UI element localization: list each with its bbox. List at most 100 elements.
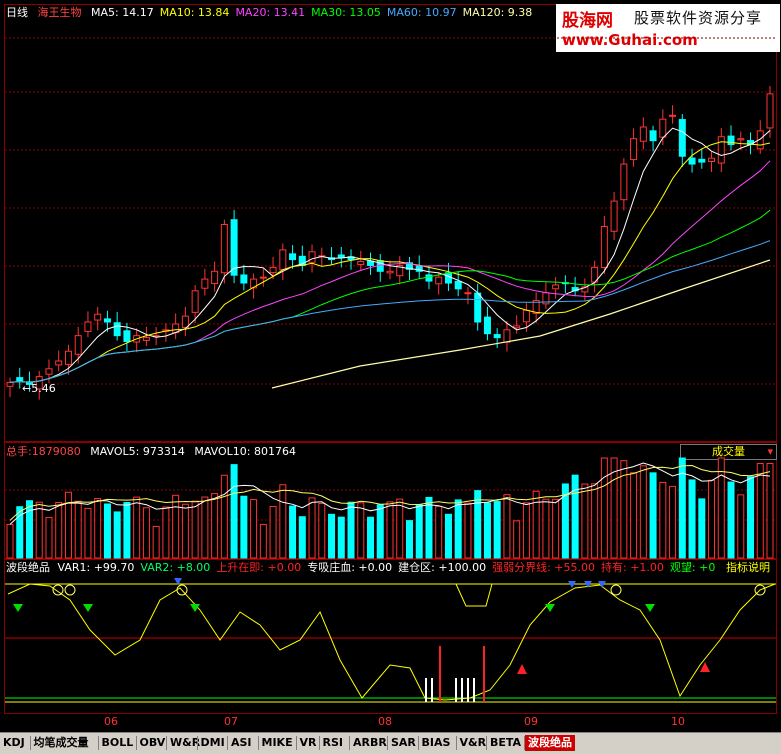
candle-down (240, 274, 248, 284)
volume-bar-down (367, 516, 375, 559)
volume-bar-up (591, 483, 599, 559)
volume-bar-up (630, 472, 638, 559)
month-label: 09 (524, 715, 538, 728)
signal-circle (64, 584, 76, 596)
candle-up (386, 270, 394, 274)
volume-bar-down (103, 503, 111, 559)
candle-down (727, 135, 735, 146)
tab-asi[interactable]: ASI (228, 735, 255, 751)
volume-bar-up (766, 462, 774, 559)
candle-up (211, 270, 219, 285)
volume-bar-up (386, 501, 394, 559)
volume-bar-up (513, 520, 521, 559)
volume-bar-up (464, 502, 472, 559)
candle-down (337, 254, 345, 259)
candle-up (357, 261, 365, 265)
signal-circle (610, 584, 622, 596)
volume-bar-up (181, 503, 189, 559)
candle-up (669, 114, 677, 117)
volume-bar-up (717, 457, 725, 559)
volume-bar-down (376, 504, 384, 559)
indicator-step (455, 583, 493, 607)
candle-up (610, 200, 618, 232)
ma30-line (9, 209, 771, 383)
candle-up (6, 381, 14, 387)
volume-bar-up (659, 481, 667, 559)
candle-down (16, 377, 24, 381)
volume-bar-up (708, 479, 716, 559)
volume-bar-up (220, 474, 228, 559)
candle-up (142, 337, 150, 341)
volume-bar-down (747, 476, 755, 559)
candle-up (717, 136, 725, 164)
tab--[interactable]: 均笔成交量 (31, 735, 92, 751)
indicator-curve (7, 583, 776, 701)
ma10-line (9, 141, 771, 383)
candle-up (84, 321, 92, 332)
signal-green-triangle (13, 604, 23, 612)
volume-bar-up (6, 523, 14, 559)
volume-bar-down (405, 520, 413, 559)
candle-up (600, 225, 608, 269)
tab-vr[interactable]: VR (297, 735, 320, 751)
volume-bar-down (425, 496, 433, 559)
month-label: 08 (378, 715, 392, 728)
candle-down (103, 318, 111, 323)
tab-boll[interactable]: BOLL (99, 735, 137, 751)
tab-obv[interactable]: OBV (137, 735, 169, 751)
volume-bar-down (328, 513, 336, 559)
candle-up (630, 138, 638, 161)
volume-bar-up (308, 497, 316, 559)
tab-mike[interactable]: MIKE (259, 735, 296, 751)
candle-down (289, 253, 297, 261)
candle-down (123, 330, 131, 342)
candle-up (522, 309, 530, 323)
candle-up (220, 224, 228, 274)
candle-down (493, 334, 501, 339)
volume-bar-down (113, 511, 121, 559)
volume-bar-up (600, 457, 608, 559)
volume-bar-up (250, 499, 258, 559)
tab-bias[interactable]: BIAS (419, 735, 454, 751)
volume-bar-up (94, 498, 102, 559)
candle-down (444, 272, 452, 284)
volume-bar-down (698, 498, 706, 559)
volume-bar-down (444, 513, 452, 559)
candle-up (708, 157, 716, 163)
candle-up (513, 325, 521, 329)
candle-up (464, 292, 472, 295)
tab-sar[interactable]: SAR (388, 735, 419, 751)
volume-bar-down (483, 502, 491, 559)
volume-bar-down (649, 472, 657, 559)
volume-bar-up (357, 502, 365, 559)
volume-bar-down (298, 516, 306, 559)
candle-up (503, 329, 511, 343)
volume-bar-up (55, 502, 63, 559)
candle-up (308, 251, 316, 263)
candle-up (94, 313, 102, 321)
tab-rsi[interactable]: RSI (320, 735, 347, 751)
volume-bar-down (123, 501, 131, 559)
low-price-marker: ←5.46 (22, 382, 56, 395)
volume-bar-up (552, 498, 560, 559)
candle-down (688, 157, 696, 165)
volume-bar-down (240, 495, 248, 559)
tab-dmi[interactable]: DMI (198, 735, 228, 751)
tab-arbr[interactable]: ARBR (350, 735, 390, 751)
candle-up (659, 118, 667, 138)
tab--[interactable]: 波段绝品 (525, 735, 575, 751)
candle-down (698, 158, 706, 163)
volume-bar-up (152, 525, 160, 559)
tab-kdj[interactable]: KDJ (0, 735, 28, 751)
month-label: 10 (671, 715, 685, 728)
volume-bar-up (581, 483, 589, 559)
tab-beta[interactable]: BETA (487, 735, 524, 751)
volume-bar-up (542, 498, 550, 559)
volume-bar-up (162, 506, 170, 559)
candle-up (279, 249, 287, 271)
volume-bar-down (230, 464, 238, 559)
tab-v-r[interactable]: V&R (457, 735, 490, 751)
candle-down (425, 274, 433, 282)
volume-bar-up (74, 500, 82, 559)
volume-bar-down (727, 481, 735, 559)
